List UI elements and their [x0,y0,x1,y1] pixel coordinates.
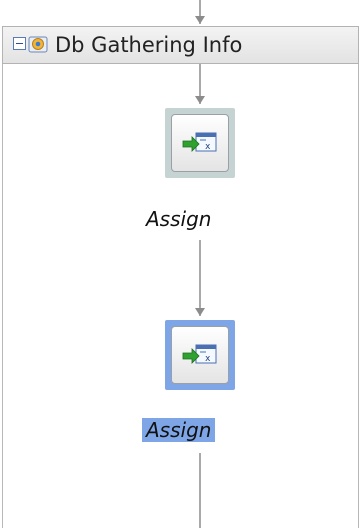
scope-header[interactable]: Db Gathering Info [2,26,359,64]
assign-activity-2[interactable]: x [165,320,235,390]
assign-icon: x [182,344,217,364]
collapse-toggle-icon[interactable] [13,37,26,50]
scope-title: Db Gathering Info [55,33,243,57]
workflow-canvas: Db Gathering Info x Assign x Assign [0,0,363,528]
outgoing-connector [199,453,201,528]
activity-1-label: Assign [146,207,212,231]
connector-to-activity-1 [195,64,205,104]
assign-activity-1-body: x [171,114,229,172]
assign-activity-1[interactable]: x [165,108,235,178]
incoming-connector [195,0,205,24]
assign-icon: x [182,132,217,152]
scope-icon [28,36,48,53]
connector-to-activity-2 [195,240,205,316]
activity-2-label: Assign [142,418,216,442]
svg-text:x: x [205,142,211,152]
scope-container [2,26,359,528]
svg-text:x: x [205,354,211,364]
assign-activity-2-body: x [171,326,229,384]
